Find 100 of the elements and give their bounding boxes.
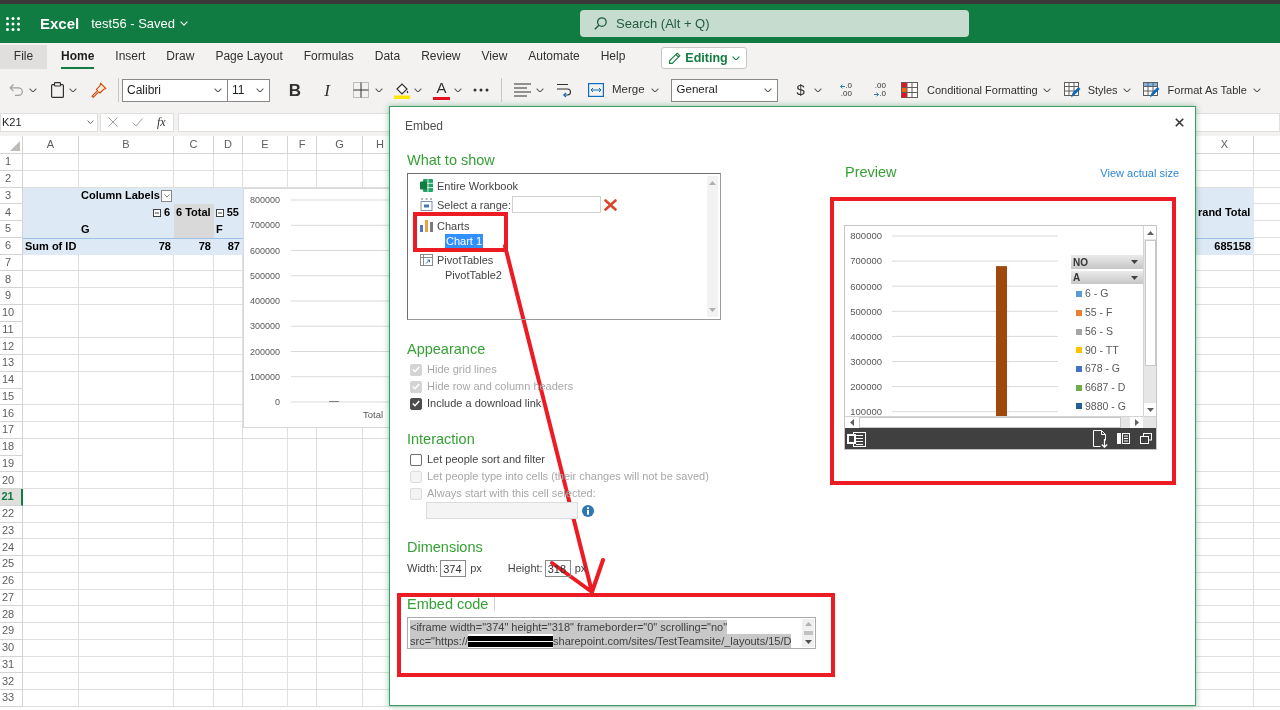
merge-button[interactable]: Merge	[588, 81, 659, 99]
file-menu-button[interactable]: File	[0, 45, 47, 69]
conditional-formatting-button[interactable]: Conditional Formatting	[900, 82, 1051, 98]
insert-function-button[interactable]: fx	[157, 116, 166, 128]
view-actual-size-link[interactable]: View actual size	[1100, 165, 1179, 182]
row-header[interactable]: 33	[0, 690, 23, 707]
format-as-table-button[interactable]: Format As Table	[1142, 82, 1261, 98]
row-header[interactable]: 20	[0, 472, 23, 489]
font-color-button[interactable]: A	[433, 80, 462, 100]
align-button[interactable]	[514, 83, 544, 97]
dropdown-arrow-icon	[1131, 260, 1138, 264]
collapse-icon[interactable]	[215, 208, 224, 217]
more-options-button[interactable]	[473, 88, 489, 92]
font-size-dropdown[interactable]: 11	[228, 78, 270, 102]
document-title-button[interactable]: test56 - Saved	[91, 15, 189, 32]
dimension-input[interactable]: 374	[440, 560, 467, 577]
column-header[interactable]: G	[317, 136, 363, 153]
legend-filter-dropdown[interactable]: NO	[1071, 255, 1143, 269]
row-header[interactable]: 12	[0, 338, 23, 355]
paste-button[interactable]	[51, 82, 77, 98]
pivot-label: G	[81, 223, 90, 235]
column-header[interactable]: E	[243, 136, 288, 153]
axis-label: 300000	[249, 321, 280, 332]
row-header[interactable]: 1	[0, 154, 23, 171]
checkbox[interactable]	[410, 453, 422, 466]
scroll-down-arrow-icon[interactable]	[1146, 407, 1154, 412]
row-header[interactable]: 28	[0, 606, 23, 623]
row-header[interactable]: 5	[0, 221, 23, 238]
scroll-left-arrow-icon[interactable]	[850, 419, 854, 426]
italic-button[interactable]: I	[317, 78, 337, 102]
ribbon-tab[interactable]: View	[481, 45, 508, 69]
borders-button[interactable]	[353, 82, 383, 98]
bold-button[interactable]: B	[285, 78, 305, 102]
format-painter-button[interactable]	[91, 82, 107, 98]
ribbon-tab[interactable]: Review	[421, 45, 461, 69]
ribbon-tab[interactable]: Home	[61, 45, 95, 69]
row-header[interactable]: 8	[0, 271, 23, 288]
list-item[interactable]: PivotTables	[437, 252, 494, 267]
editing-mode-button[interactable]: Editing	[661, 47, 747, 69]
stacked-windows-icon[interactable]	[1140, 433, 1152, 444]
cell-styles-button[interactable]: Styles	[1063, 82, 1131, 98]
ribbon-tab[interactable]: Draw	[166, 45, 195, 69]
range-input-field[interactable]	[512, 196, 601, 213]
currency-format-button[interactable]: $	[796, 82, 822, 98]
column-header[interactable]: C	[174, 136, 214, 153]
list-item[interactable]: Select a range:	[437, 197, 511, 212]
list-item[interactable]: Entire Workbook	[437, 178, 519, 193]
list-item[interactable]: Charts	[437, 218, 470, 233]
ribbon-tab[interactable]: Insert	[115, 45, 146, 69]
column-header[interactable]: A	[23, 136, 79, 153]
chevron-down-icon	[813, 87, 822, 93]
column-header[interactable]: D	[214, 136, 243, 153]
app-launcher-button[interactable]	[6, 16, 20, 31]
close-button[interactable]	[1174, 117, 1184, 127]
scroll-right-arrow-icon[interactable]	[1134, 419, 1139, 426]
scroll-up-arrow-icon[interactable]	[1146, 230, 1154, 235]
font-name-dropdown[interactable]: Calibri	[122, 78, 228, 102]
chevron-down-icon	[763, 87, 772, 93]
vertical-scrollbar[interactable]	[802, 619, 814, 647]
ribbon-tab[interactable]: Help	[600, 45, 626, 69]
filter-dropdown-button[interactable]	[161, 189, 172, 202]
row-header[interactable]: 25	[0, 556, 23, 573]
increase-decimal-button[interactable]: .0 .00	[835, 82, 852, 98]
row-header[interactable]: 13	[0, 355, 23, 372]
row-header[interactable]: 29	[0, 623, 23, 640]
row-header[interactable]: 21	[0, 489, 23, 506]
ribbon-tab[interactable]: Data	[374, 45, 401, 69]
vertical-scrollbar[interactable]	[1143, 226, 1156, 416]
scroll-down-arrow-icon[interactable]	[804, 640, 812, 644]
column-header[interactable]: B	[79, 136, 174, 153]
decrease-decimal-button[interactable]: .00 .0	[869, 82, 886, 98]
row-header[interactable]: 9	[0, 288, 23, 305]
number-format-dropdown[interactable]: General	[670, 78, 778, 102]
wrap-text-button[interactable]	[556, 82, 572, 98]
row-header[interactable]: 24	[0, 539, 23, 556]
info-icon[interactable]	[582, 504, 594, 517]
clear-icon[interactable]	[604, 198, 617, 211]
cancel-icon[interactable]	[108, 117, 118, 127]
embed-code-field[interactable]: <iframe width="374" height="318" frameborder="0" scrolling="no" src="https:// sharepoint.com/sites/TestTeamsite/_layouts/15/D	[407, 617, 816, 649]
search-field[interactable]: Search (Alt + Q)	[580, 10, 969, 37]
section-heading: Dimensions	[407, 538, 483, 556]
row-header[interactable]: 4	[0, 204, 23, 221]
column-header[interactable]: F	[288, 136, 317, 153]
name-box[interactable]: K21	[0, 112, 98, 132]
legend-filter-dropdown[interactable]: A	[1071, 271, 1143, 284]
checkbox[interactable]	[410, 397, 422, 410]
ribbon-tab[interactable]: Page Layout	[215, 45, 283, 69]
checkmark-icon[interactable]	[132, 117, 143, 127]
fill-color-button[interactable]	[394, 81, 422, 99]
collapse-icon[interactable]	[152, 208, 161, 217]
row-header[interactable]: 32	[0, 673, 23, 690]
chevron-down-icon	[69, 87, 77, 93]
row-header[interactable]: 17	[0, 422, 23, 439]
ribbon-tab[interactable]: Formulas	[303, 45, 354, 69]
ribbon-tab[interactable]: Automate	[528, 45, 580, 69]
legend-label: 55 - F	[1085, 305, 1113, 321]
row-header[interactable]: 16	[0, 405, 23, 422]
waffle-menu-icon	[6, 16, 20, 31]
list-item[interactable]: PivotTable2	[445, 267, 502, 282]
pivot-item-label: 55	[226, 207, 239, 219]
